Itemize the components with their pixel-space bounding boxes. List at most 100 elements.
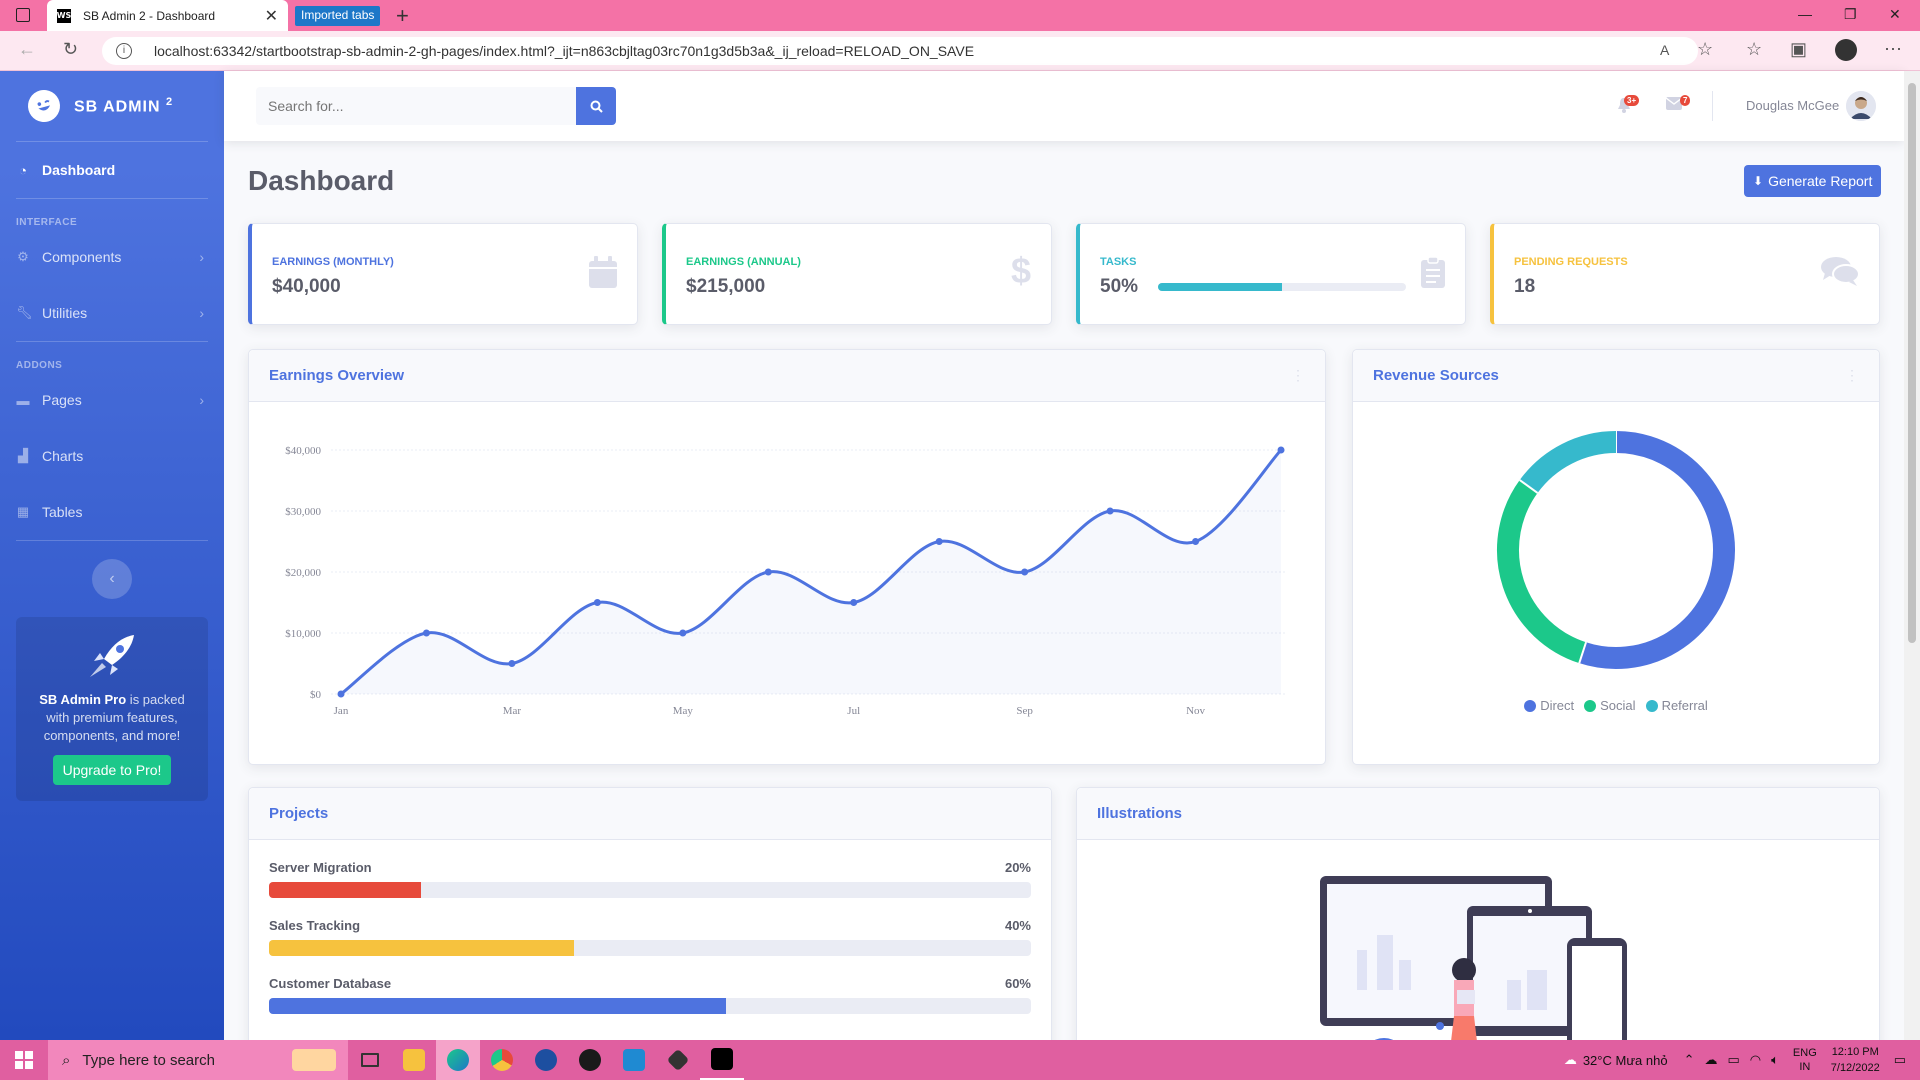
site-info-icon[interactable]: i [116,43,132,59]
search-input[interactable] [256,87,576,125]
folder-icon: ▬ [16,392,30,408]
data-point [935,538,943,545]
data-point [1192,538,1200,545]
windows-start-icon[interactable] [0,1051,48,1069]
system-tray: ☁ 32°C Mưa nhỏ ⌃ ☁ ▭ ◠ 🔈︎ ENG IN 12:10 PM… [1564,1040,1920,1080]
y-tick-label: $20,000 [285,567,321,579]
sidebar-item-utilities[interactable]: 🔧︎ Utilities › [0,285,224,341]
x-tick-label: Jul [847,705,860,717]
card-header: Illustrations [1077,788,1879,840]
search-button[interactable] [576,87,616,125]
unity-icon[interactable] [656,1040,700,1080]
stat-card-pending-requests: Pending Requests 18 [1490,223,1880,325]
imported-tabs-button[interactable]: Imported tabs [295,6,381,26]
battery-icon[interactable]: ▭ [1727,1052,1739,1068]
stat-label: Tasks [1100,256,1137,268]
close-tab-icon[interactable]: ✕ [265,6,278,26]
user-name[interactable]: Douglas McGee [1746,98,1839,113]
y-tick-label: $10,000 [285,628,321,640]
webstorm-icon[interactable] [700,1040,744,1080]
chrome-icon[interactable] [480,1040,524,1080]
project-name: Customer Database [269,976,392,991]
project-percent: 60% [1004,976,1031,991]
y-tick-label: $30,000 [285,506,321,518]
revenue-donut-chart [1497,431,1735,669]
clock[interactable]: 12:10 PM 7/12/2022 [1831,1044,1880,1076]
data-point [850,599,858,606]
data-point [593,599,601,606]
sidebar-item-tables[interactable]: ▦ Tables [0,484,224,540]
browser-tab-bar: WS SB Admin 2 - Dashboard ✕ Imported tab… [0,0,1920,31]
sidebar-toggle-button[interactable]: ‹ [92,559,132,599]
sidebar-item-components[interactable]: ⚙ Components › [0,229,224,285]
sidebar-item-label: Utilities [42,305,88,321]
chevron-right-icon: › [199,249,204,265]
language-indicator[interactable]: ENG IN [1793,1046,1817,1074]
wifi-icon[interactable]: ◠ [1750,1052,1761,1068]
weather-cloud-icon[interactable]: ☁ [1564,1052,1577,1068]
weather-text[interactable]: 32°C Mưa nhỏ [1583,1053,1668,1068]
edge-icon[interactable] [436,1040,480,1080]
comments-icon [1821,256,1859,286]
chevron-up-icon[interactable]: ⌃ [1684,1052,1695,1068]
stat-value: 50% [1100,276,1139,297]
restore-icon[interactable]: ❐ [1844,6,1857,23]
sidebar-heading-interface: INTERFACE [16,217,78,228]
x-tick-label: Jan [334,705,349,717]
sidebar-item-dashboard[interactable]: ◔ Dashboard [0,142,224,198]
generate-report-button[interactable]: ⬇ Generate Report [1744,165,1882,197]
more-icon[interactable]: ⋯ [1884,39,1902,60]
user-avatar[interactable] [1846,91,1876,121]
profile-avatar[interactable] [1835,39,1857,61]
upgrade-button[interactable]: Upgrade to Pro! [52,755,172,785]
stat-label: Earnings (Monthly) [272,256,394,268]
search-form [256,87,616,125]
back-icon[interactable]: ← [18,39,36,60]
notifications-icon[interactable]: ▭ [1894,1052,1906,1068]
alerts-badge: 3+ [1624,95,1640,106]
tab-actions-icon[interactable] [16,8,30,22]
vscode-icon[interactable] [612,1040,656,1080]
reload-icon[interactable]: ↻ [63,39,78,60]
project-progress-fill [269,882,422,898]
favorites-icon[interactable]: ☆ [1746,39,1762,60]
nox-icon[interactable] [568,1040,612,1080]
taskbar-search-box[interactable]: ⌕ Type here to search [48,1040,348,1080]
dropdown-vertical-dots-icon[interactable]: ⋮ [1291,367,1305,384]
sidebar-item-pages[interactable]: ▬ Pages › [0,372,224,428]
minimize-icon[interactable]: — [1798,6,1812,22]
cog-icon: ⚙ [17,249,29,264]
chevron-left-icon: ‹ [109,570,115,587]
chart-legend: Direct Social Referral [1353,698,1879,713]
project-percent: 40% [1004,918,1031,933]
read-aloud-icon[interactable]: A [1660,42,1669,58]
browser-tab[interactable]: WS SB Admin 2 - Dashboard ✕ [47,0,288,31]
new-tab-icon[interactable]: + [396,3,409,29]
project-list: Server Migration 20% Sales Tracking 40% Cu… [249,860,1051,1014]
rocket-icon [82,631,142,683]
sidebar-promo-card: SB Admin Pro is packed with premium feat… [16,617,208,801]
close-window-icon[interactable]: ✕ [1889,6,1901,23]
scrollbar-thumb[interactable] [1908,83,1916,643]
vertical-scrollbar[interactable] [1904,71,1920,1040]
sidebar-item-charts[interactable]: ▟ Charts [0,428,224,484]
data-point [679,629,687,637]
divider [16,540,208,541]
x-tick-label: Nov [1186,705,1205,717]
dropdown-vertical-dots-icon[interactable]: ⋮ [1845,367,1859,384]
search-icon [590,100,603,113]
favorite-star-icon[interactable]: ☆ [1697,39,1713,60]
collections-icon[interactable]: ▣ [1790,39,1807,60]
volume-icon[interactable]: 🔈︎ [1771,1052,1779,1068]
taskbar-search-placeholder: Type here to search [82,1051,215,1069]
file-explorer-icon[interactable] [392,1040,436,1080]
revenue-sources-card: Revenue Sources ⋮ Direct Social Referral [1352,349,1880,765]
task-view-icon[interactable] [348,1040,392,1080]
sidebar-brand[interactable]: SB ADMIN 2 [0,71,224,141]
word-icon[interactable] [524,1040,568,1080]
url-field[interactable]: i localhost:63342/startbootstrap-sb-admi… [102,37,1698,65]
onedrive-icon[interactable]: ☁ [1704,1052,1717,1068]
chevron-right-icon: › [199,305,204,321]
project-row: Sales Tracking 40% [269,918,1031,956]
project-progress-bar [269,998,1031,1014]
